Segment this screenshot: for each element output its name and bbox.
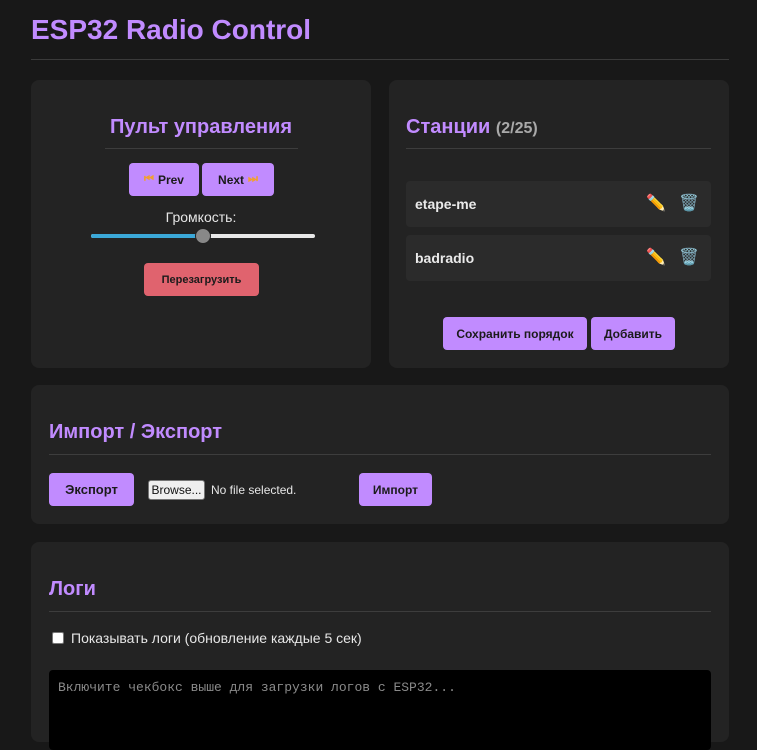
- stations-card: Станции (2/25) etape-me ✏️ 🗑️ badradio ✏…: [389, 80, 729, 368]
- import-button[interactable]: Импорт: [359, 473, 432, 506]
- stations-divider: [406, 148, 711, 149]
- reboot-button-label: Перезагрузить: [161, 273, 242, 286]
- control-panel-card: Пульт управления ⏮ Prev Next ⏭ Громкость…: [31, 80, 371, 368]
- station-row[interactable]: badradio ✏️ 🗑️: [406, 235, 711, 281]
- stations-count: (2/25): [495, 120, 538, 137]
- trash-icon[interactable]: 🗑️: [679, 247, 699, 267]
- title-divider: [31, 59, 729, 60]
- logs-heading: Логи: [49, 578, 96, 600]
- logs-card: Логи Показывать логи (обновление каждые …: [31, 542, 729, 750]
- volume-slider-thumb[interactable]: [195, 228, 211, 244]
- show-logs-label[interactable]: Показывать логи (обновление каждые 5 сек…: [71, 630, 362, 646]
- reboot-button[interactable]: Перезагрузить: [144, 263, 259, 296]
- show-logs-checkbox[interactable]: [52, 632, 64, 644]
- trash-icon[interactable]: 🗑️: [679, 193, 699, 213]
- add-station-button-label: Добавить: [603, 326, 663, 341]
- import-button-label: Импорт: [372, 482, 419, 497]
- next-track-icon: ⏭: [248, 173, 258, 185]
- import-export-card: Импорт / Экспорт Экспорт Browse... No fi…: [31, 385, 729, 524]
- edit-icon[interactable]: ✏️: [646, 247, 666, 267]
- volume-slider-fill: [91, 234, 203, 238]
- previous-track-icon: ⏮: [144, 173, 154, 185]
- page-title: ESP32 Radio Control: [31, 14, 312, 45]
- next-button-label: Next: [218, 172, 245, 187]
- file-status: No file selected.: [211, 483, 297, 497]
- control-panel-divider: [105, 148, 298, 149]
- export-button-label: Экспорт: [65, 482, 118, 497]
- add-station-button[interactable]: Добавить: [591, 317, 675, 350]
- volume-slider[interactable]: [91, 227, 315, 245]
- station-row[interactable]: etape-me ✏️ 🗑️: [406, 181, 711, 227]
- import-export-divider: [49, 454, 711, 455]
- prev-button-label: Prev: [157, 172, 184, 187]
- control-panel-heading: Пульт управления: [109, 116, 292, 138]
- stations-heading: Станции (2/25): [406, 116, 538, 139]
- edit-icon[interactable]: ✏️: [646, 193, 666, 213]
- export-button[interactable]: Экспорт: [49, 473, 134, 506]
- logs-divider: [49, 611, 711, 612]
- log-output[interactable]: Включите чекбокс выше для загрузки логов…: [49, 670, 711, 750]
- browse-button-label: Browse...: [151, 483, 202, 497]
- next-button[interactable]: Next ⏭: [202, 163, 274, 196]
- import-export-heading: Импорт / Экспорт: [49, 421, 223, 443]
- prev-button[interactable]: ⏮ Prev: [129, 163, 199, 196]
- save-order-button[interactable]: Сохранить порядок: [443, 317, 587, 350]
- station-name: badradio: [415, 250, 475, 266]
- station-name: etape-me: [415, 196, 477, 212]
- save-order-button-label: Сохранить порядок: [456, 326, 574, 341]
- stations-heading-title: Станции: [406, 116, 491, 138]
- browse-button[interactable]: Browse...: [148, 480, 205, 500]
- volume-label: Громкость:: [165, 209, 237, 225]
